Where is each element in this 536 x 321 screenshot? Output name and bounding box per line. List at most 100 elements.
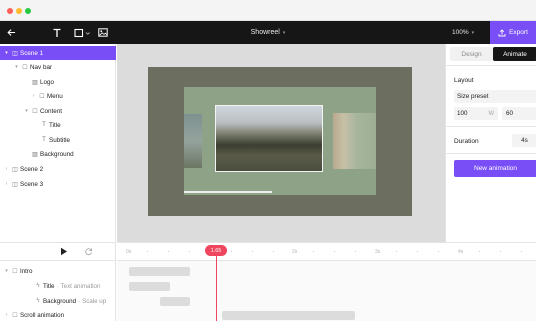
chevron-right-icon[interactable]: › — [3, 312, 10, 318]
clip-background-animation[interactable] — [160, 297, 190, 306]
tick-mark — [521, 251, 522, 252]
track-background-animation[interactable]: ϟ Background · Scale up — [0, 294, 116, 308]
tick-label: 2s — [292, 249, 298, 255]
tick-label: 3s — [375, 249, 381, 255]
playback-controls — [0, 242, 116, 260]
maximize-window-button[interactable] — [25, 8, 31, 14]
tick-mark — [168, 251, 169, 252]
tick-mark — [396, 251, 397, 252]
thumbnail-right-image[interactable] — [333, 113, 376, 169]
width-input[interactable]: 100 W — [454, 107, 498, 120]
tick-mark — [417, 251, 418, 252]
frame-icon: ☐ — [12, 268, 18, 275]
layer-menu[interactable]: › ☐ Menu — [0, 89, 116, 103]
chevron-down-icon[interactable]: ▾ — [13, 64, 20, 70]
top-toolbar: Showreel ▾ 100% ▾ Export — [0, 21, 536, 44]
tick-label: 0s — [126, 249, 132, 255]
tab-design[interactable]: Design — [450, 47, 493, 61]
tick-mark — [334, 251, 335, 252]
layer-scene-1[interactable]: ▾ ◫ Scene 1 — [0, 46, 116, 60]
animation-tracks-list: ▾ ☐ Intro ϟ Title · Text animation ϟ Back… — [0, 260, 116, 321]
divider — [446, 153, 536, 154]
chevron-right-icon[interactable]: › — [3, 166, 10, 172]
content-frame[interactable] — [184, 87, 376, 195]
layer-scene-3[interactable]: › ◫ Scene 3 — [0, 177, 116, 191]
chevron-down-icon: ▾ — [282, 29, 286, 36]
panel-tab-switch: Design Animate — [450, 47, 536, 61]
properties-panel: Design Animate Layout Size preset 100 W 6… — [445, 44, 536, 242]
frame-icon: ☐ — [12, 312, 18, 319]
clip-intro[interactable] — [129, 267, 190, 276]
loop-icon[interactable] — [84, 247, 93, 258]
clip-title-animation[interactable] — [129, 282, 170, 291]
height-input[interactable]: 60 — [502, 107, 536, 120]
tick-mark — [438, 251, 439, 252]
scene-artboard[interactable] — [148, 67, 412, 216]
tick-mark — [500, 251, 501, 252]
tick-mark — [355, 251, 356, 252]
track-scroll-animation[interactable]: › ☐ Scroll animation — [0, 308, 116, 321]
tick-mark — [313, 251, 314, 252]
timeline-tracks[interactable] — [117, 260, 536, 321]
layer-title[interactable]: T Title — [0, 118, 116, 132]
frame-icon: ◫ — [12, 181, 18, 188]
tick-mark — [252, 251, 253, 252]
tick-mark — [147, 251, 148, 252]
layer-logo[interactable]: ▨ Logo — [0, 75, 116, 89]
window-title-bar — [0, 0, 536, 21]
hero-landscape-image[interactable] — [215, 105, 323, 172]
layer-content[interactable]: ▾ ☐ Content — [0, 104, 116, 118]
slide-progress-bar — [184, 191, 272, 193]
image-icon: ▨ — [32, 151, 38, 158]
back-arrow-icon[interactable] — [4, 21, 18, 44]
layout-section-label: Layout — [454, 77, 474, 84]
layer-nav-bar[interactable]: ▾ ☐ Nav bar — [0, 60, 116, 74]
chevron-down-icon[interactable]: ▾ — [3, 50, 10, 56]
bolt-icon: ϟ — [36, 298, 40, 304]
export-button[interactable]: Export — [490, 21, 536, 44]
text-icon: T — [42, 122, 46, 128]
layer-subtitle[interactable]: T Subtitle — [0, 133, 116, 147]
clip-scroll-animation[interactable] — [222, 311, 355, 320]
minimize-window-button[interactable] — [16, 8, 22, 14]
frame-icon: ☐ — [32, 108, 38, 115]
layer-background[interactable]: ▨ Background — [0, 147, 116, 161]
export-icon — [498, 28, 506, 36]
layer-scene-2[interactable]: › ◫ Scene 2 — [0, 162, 116, 176]
chevron-down-icon[interactable]: ▾ — [23, 108, 30, 114]
tick-mark — [231, 251, 232, 252]
playhead-time-badge[interactable]: 1.65 — [205, 245, 227, 256]
canvas-area[interactable] — [117, 44, 445, 242]
tick-mark — [479, 251, 480, 252]
zoom-dropdown[interactable]: 100% ▾ — [452, 21, 474, 44]
close-window-button[interactable] — [7, 8, 13, 14]
new-animation-button[interactable]: New animation — [454, 160, 536, 177]
chevron-down-icon[interactable]: ▾ — [3, 268, 10, 274]
duration-label: Duration — [454, 138, 479, 145]
duration-input[interactable]: 4s — [512, 134, 536, 147]
frame-tool-icon[interactable] — [72, 21, 94, 44]
divider — [446, 65, 536, 66]
text-tool-icon[interactable] — [50, 21, 64, 44]
tab-animate[interactable]: Animate — [493, 47, 536, 61]
track-intro[interactable]: ▾ ☐ Intro — [0, 264, 116, 278]
chevron-right-icon[interactable]: › — [3, 181, 10, 187]
playhead-line[interactable] — [216, 256, 217, 321]
thumbnail-left-image[interactable] — [184, 114, 202, 168]
play-icon[interactable] — [60, 247, 68, 258]
size-preset-select[interactable]: Size preset — [454, 90, 536, 103]
timeline-ruler[interactable]: 0s 2s 3s 4s — [117, 242, 536, 260]
frame-icon: ☐ — [22, 64, 28, 71]
tick-mark — [189, 251, 190, 252]
divider — [446, 126, 536, 127]
chevron-right-icon[interactable]: › — [30, 93, 37, 99]
track-title-animation[interactable]: ϟ Title · Text animation — [0, 279, 116, 293]
tick-mark — [273, 251, 274, 252]
image-icon: ▨ — [32, 79, 38, 86]
layers-panel: ▾ ◫ Scene 1 ▾ ☐ Nav bar ▨ Logo › ☐ Menu … — [0, 44, 116, 242]
frame-icon: ◫ — [12, 166, 18, 173]
bolt-icon: ϟ — [36, 283, 40, 289]
frame-icon: ☐ — [39, 93, 45, 100]
image-tool-icon[interactable] — [96, 21, 110, 44]
chevron-down-icon: ▾ — [471, 29, 475, 36]
